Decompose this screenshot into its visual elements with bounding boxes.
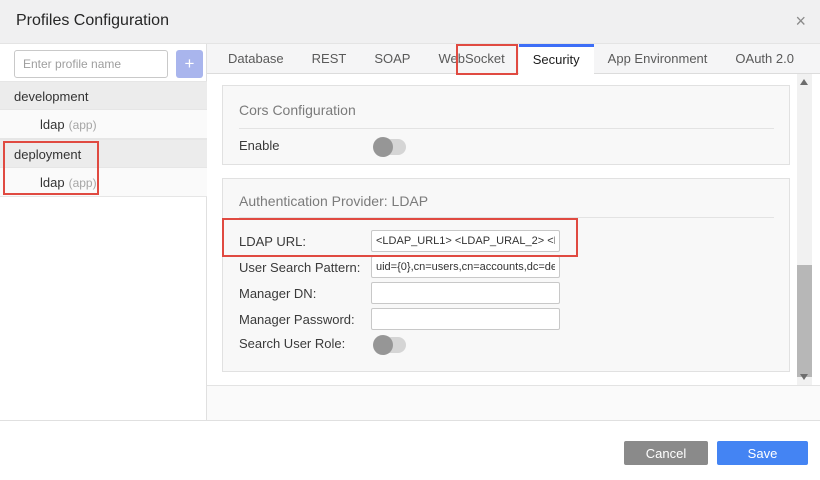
- tab-database[interactable]: Database: [214, 44, 298, 74]
- profile-name-input[interactable]: [14, 50, 168, 78]
- tab-rest[interactable]: REST: [298, 44, 361, 74]
- cors-configuration-panel: Cors Configuration Enable: [222, 85, 790, 165]
- search-user-role-toggle[interactable]: [374, 337, 406, 353]
- app-suffix: (app): [69, 176, 97, 190]
- tab-app-environment[interactable]: App Environment: [594, 44, 722, 74]
- tab-websocket[interactable]: WebSocket: [424, 44, 518, 74]
- manager-dn-input[interactable]: [371, 282, 560, 304]
- cancel-button[interactable]: Cancel: [624, 441, 708, 465]
- ldap-url-input[interactable]: [371, 230, 560, 252]
- vertical-scrollbar[interactable]: [797, 74, 812, 385]
- manager-dn-label: Manager DN:: [239, 286, 316, 301]
- manager-password-input[interactable]: [371, 308, 560, 330]
- sidebar-item-development[interactable]: development: [0, 81, 207, 110]
- dialog-bottom-border: [0, 420, 820, 421]
- save-button[interactable]: Save: [717, 441, 808, 465]
- dialog-header: Profiles Configuration ×: [0, 0, 820, 44]
- cors-section-title: Cors Configuration: [239, 102, 356, 118]
- toggle-knob: [373, 335, 393, 355]
- section-divider: [239, 217, 774, 218]
- tab-oauth[interactable]: OAuth 2.0: [721, 44, 808, 74]
- sidebar-item-deployment[interactable]: deployment: [0, 139, 207, 168]
- security-tab-content: Cors Configuration Enable Authentication…: [207, 74, 820, 385]
- scrollbar-thumb[interactable]: [797, 265, 812, 377]
- profiles-list: development ldap(app) deployment ldap(ap…: [0, 81, 207, 197]
- section-divider: [239, 128, 774, 129]
- app-suffix: (app): [69, 118, 97, 132]
- dialog-title: Profiles Configuration: [16, 12, 169, 30]
- profiles-sidebar: + development ldap(app) deployment ldap(…: [0, 44, 207, 421]
- ldap-url-label: LDAP URL:: [239, 234, 306, 249]
- sidebar-item-ldap-deployment[interactable]: ldap(app): [0, 168, 207, 197]
- toggle-knob: [373, 137, 393, 157]
- profiles-configuration-dialog: Profiles Configuration × + development l…: [0, 0, 820, 480]
- user-search-pattern-label: User Search Pattern:: [239, 260, 360, 275]
- ldap-auth-panel: Authentication Provider: LDAP LDAP URL: …: [222, 178, 790, 372]
- tab-soap[interactable]: SOAP: [360, 44, 424, 74]
- add-profile-button[interactable]: +: [176, 50, 203, 78]
- scroll-down-icon[interactable]: [800, 374, 808, 380]
- tab-security[interactable]: Security: [519, 44, 594, 75]
- enable-label: Enable: [239, 138, 279, 153]
- content-bottom-strip: [207, 385, 820, 421]
- close-icon[interactable]: ×: [795, 9, 806, 33]
- cors-enable-toggle[interactable]: [374, 139, 406, 155]
- search-user-role-label: Search User Role:: [239, 336, 345, 351]
- scroll-up-icon[interactable]: [800, 79, 808, 85]
- settings-tabbar: Database REST SOAP WebSocket Security Ap…: [207, 44, 820, 74]
- sidebar-item-ldap-development[interactable]: ldap(app): [0, 110, 207, 139]
- manager-password-label: Manager Password:: [239, 312, 355, 327]
- auth-section-title: Authentication Provider: LDAP: [239, 193, 428, 209]
- user-search-pattern-input[interactable]: [371, 256, 560, 278]
